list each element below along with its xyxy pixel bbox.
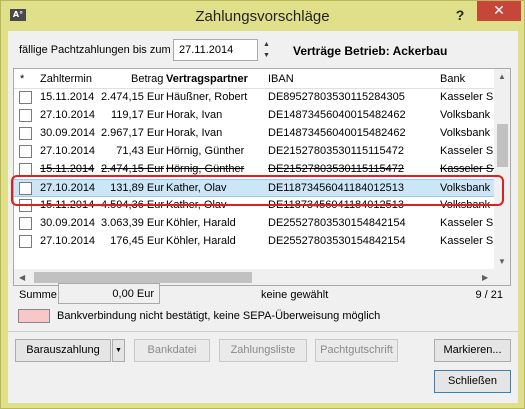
cell-bank: Kasseler Spa	[440, 91, 494, 103]
row-checkbox[interactable]	[19, 145, 32, 158]
cell-iban: DE21527803530115115472	[268, 145, 405, 157]
scroll-right-icon[interactable]: ▶	[482, 273, 488, 282]
cell-amount: 2.474,15 Eur	[101, 91, 164, 103]
bank-file-button[interactable]: Bankdatei	[134, 339, 210, 362]
cell-amount: 2.967,17 Eur	[101, 127, 164, 139]
scroll-up-icon[interactable]: ▲	[498, 72, 506, 81]
sum-label: Summe	[19, 289, 57, 301]
help-button[interactable]: ?	[449, 5, 471, 25]
column-header-partner[interactable]: Vertragspartner	[166, 73, 248, 85]
column-header-bank[interactable]: Bank	[440, 73, 465, 85]
cell-bank: Kasseler Spa	[440, 217, 494, 229]
date-spinner[interactable]: ▲ ▼	[261, 39, 272, 61]
cell-bank: Kasseler Spa	[440, 145, 494, 157]
dialog-body: fällige Pachtzahlungen bis zum 27.11.201…	[8, 31, 518, 403]
scroll-down-icon[interactable]: ▼	[498, 257, 506, 266]
column-header-iban[interactable]: IBAN	[268, 73, 294, 85]
due-date-input[interactable]: 27.11.2014	[173, 39, 258, 61]
row-checkbox[interactable]	[19, 109, 32, 122]
scroll-corner	[494, 269, 510, 285]
sum-value: 0,00 Eur	[58, 283, 160, 304]
cell-partner: Horak, Ivan	[166, 127, 223, 139]
row-checkbox[interactable]	[19, 91, 32, 104]
close-button[interactable]: Schließen	[434, 370, 511, 393]
table-row[interactable]: 15.11.2014 2.474,15 Eur Häußner, Robert DE8…	[14, 89, 494, 107]
vertical-scroll-thumb[interactable]	[497, 124, 508, 167]
divider	[8, 331, 518, 332]
table-row[interactable]: 27.10.2014 71,43 Eur Hörnig, Günther DE2152…	[14, 143, 494, 161]
spin-up-icon[interactable]: ▲	[261, 39, 272, 50]
cell-amount: 71,43 Eur	[116, 145, 164, 157]
due-date-label: fällige Pachtzahlungen bis zum	[19, 44, 171, 56]
cell-amount: 2.474,15 Eur	[101, 163, 164, 175]
table-row[interactable]: 27.10.2014 119,17 Eur Horak, Ivan DE1487345…	[14, 107, 494, 125]
cell-iban: DE21527803530115115472	[268, 163, 405, 175]
column-header-flag[interactable]: *	[20, 73, 24, 85]
cell-partner: Häußner, Robert	[166, 91, 248, 103]
close-window-button[interactable]: ✕	[477, 1, 521, 21]
column-header-amount[interactable]: Betrag	[131, 73, 163, 85]
cell-iban: DE25527803530154842154	[268, 235, 406, 247]
row-checkbox[interactable]	[19, 217, 32, 230]
cell-bank: Kasseler Spa	[440, 235, 494, 247]
title-bar[interactable]: A° Zahlungsvorschläge ? ✕	[1, 1, 524, 31]
legend-text: Bankverbindung nicht bestätigt, keine SE…	[57, 310, 381, 322]
mark-button[interactable]: Markieren...	[434, 339, 511, 362]
cell-partner: Hörnig, Günther	[166, 145, 245, 157]
scroll-left-icon[interactable]: ◀	[19, 273, 25, 282]
cell-iban: DE89527803530115284305	[268, 91, 405, 103]
column-header-date[interactable]: Zahltermin	[40, 73, 92, 85]
grid-header: * Zahltermin Betrag Vertragspartner IBAN…	[14, 69, 494, 89]
row-count: 9 / 21	[475, 289, 503, 301]
highlight-annotation	[11, 175, 504, 206]
cell-partner: Köhler, Harald	[166, 217, 236, 229]
contracts-label: Verträge Betrieb: Ackerbau	[293, 44, 448, 58]
cell-iban: DE25527803530154842154	[268, 217, 406, 229]
legend-swatch	[18, 309, 50, 323]
table-row[interactable]: 27.10.2014 176,45 Eur Köhler, Harald DE2552…	[14, 233, 494, 251]
cell-partner: Hörnig, Günther	[166, 163, 245, 175]
cell-iban: DE14873456040015482462	[268, 127, 406, 139]
cell-iban: DE14873456040015482462	[268, 109, 406, 121]
cell-amount: 119,17 Eur	[110, 109, 164, 121]
cell-bank: Volksbank Li	[440, 109, 494, 121]
row-checkbox[interactable]	[19, 127, 32, 140]
table-row[interactable]: 30.09.2014 3.063,39 Eur Köhler, Harald DE25…	[14, 215, 494, 233]
vertical-scrollbar[interactable]: ▲ ▼	[494, 69, 510, 269]
cell-amount: 176,45 Eur	[110, 235, 164, 247]
row-checkbox[interactable]	[19, 235, 32, 248]
lease-credit-button[interactable]: Pachtgutschrift	[315, 339, 398, 362]
window-title: Zahlungsvorschläge	[195, 8, 330, 25]
chevron-down-icon[interactable]: ▼	[112, 339, 125, 362]
cell-bank: Kasseler Spa	[440, 163, 494, 175]
cell-partner: Köhler, Harald	[166, 235, 236, 247]
table-row[interactable]: 30.09.2014 2.967,17 Eur Horak, Ivan DE14873…	[14, 125, 494, 143]
cell-partner: Horak, Ivan	[166, 109, 223, 121]
dialog-window: A° Zahlungsvorschläge ? ✕ fällige Pachtz…	[0, 0, 525, 409]
cell-amount: 3.063,39 Eur	[101, 217, 164, 229]
payment-list-button[interactable]: Zahlungsliste	[219, 339, 307, 362]
horizontal-scroll-thumb[interactable]	[34, 272, 252, 283]
selection-status: keine gewählt	[261, 289, 329, 301]
spin-down-icon[interactable]: ▼	[261, 50, 272, 61]
cell-bank: Volksbank Li	[440, 127, 494, 139]
cash-payment-button[interactable]: Barauszahlung	[15, 339, 111, 362]
